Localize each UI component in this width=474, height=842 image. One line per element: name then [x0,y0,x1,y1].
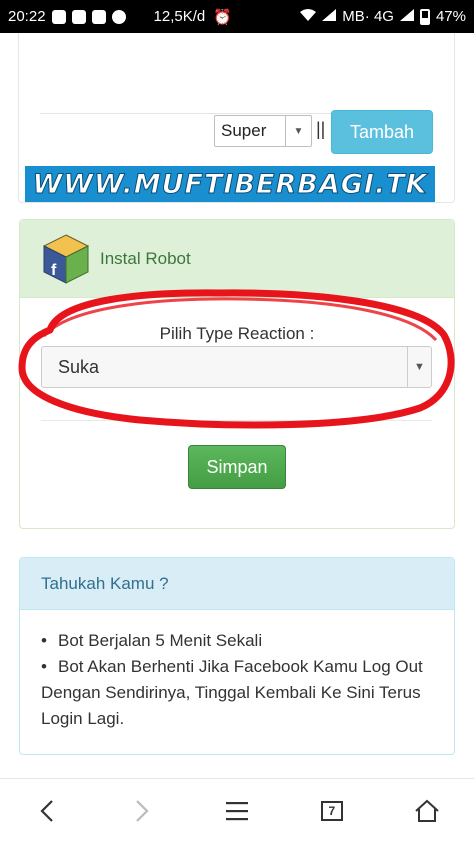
reaction-select-value: Suka [58,356,100,377]
save-button[interactable]: Simpan [188,445,286,489]
status-bar: 20:22 12,5K/d ⏰ MB· 4G 47% [0,0,474,33]
reaction-label: Pilih Type Reaction : [159,324,315,343]
watermark-banner: WWW.MUFTIBERBAGI.TK [25,166,435,202]
reaction-select[interactable]: Suka ▼ [41,346,432,388]
divider [41,420,432,421]
facebook-cube-icon: f [42,233,90,285]
back-button[interactable] [27,791,67,831]
android-notification-icon [111,9,126,24]
signal-icon-2 [399,8,414,25]
info-list: Bot Berjalan 5 Menit Sekali Bot Akan Ber… [20,610,454,732]
menu-icon [225,801,248,820]
messenger-notification-icon [71,9,86,24]
add-button[interactable]: Tambah [331,110,433,154]
chevron-right-icon [136,799,149,822]
separator: || [316,119,326,139]
panel-title: Instal Robot [100,248,191,268]
info-panel-title: Tahukah Kamu ? [20,558,454,610]
home-button[interactable] [407,791,447,831]
wifi-icon [300,8,317,25]
battery-icon [419,8,430,25]
select-value: Super [221,121,267,140]
alarm-icon: ⏰ [213,8,232,26]
reaction-type-select[interactable]: Super ▼ [214,115,312,147]
watermark-text: WWW.MUFTIBERBAGI.TK [32,168,428,200]
battery-percent: 47% [435,8,466,25]
menu-button[interactable] [217,791,257,831]
chevron-down-icon: ▼ [285,116,311,146]
page-content: Super ▼ || Tambah WWW.MUFTIBERBAGI.TK f … [0,33,474,778]
svg-text:f: f [51,262,57,279]
network-type: MB· 4G [342,8,394,25]
forward-button[interactable] [122,791,162,831]
list-item: Bot Berjalan 5 Menit Sekali [41,628,434,654]
panel-header: f Instal Robot [20,220,454,298]
chevron-left-icon [40,799,54,822]
browser-nav-bar: 7 [0,778,474,842]
info-panel: Tahukah Kamu ? Bot Berjalan 5 Menit Seka… [19,557,455,755]
tab-count: 7 [320,800,343,821]
notification-icon [51,9,66,24]
chevron-down-icon: ▼ [407,347,431,387]
list-item: Bot Akan Berhenti Jika Facebook Kamu Log… [41,654,434,732]
network-speed: 12,5K/d [153,8,206,25]
signal-icon [322,8,337,25]
home-icon [414,799,439,822]
status-time: 20:22 [8,8,46,25]
tabs-button[interactable]: 7 [312,791,352,831]
install-robot-panel: f Instal Robot Pilih Type Reaction : Suk… [19,219,455,529]
app-notification-icon [91,9,106,24]
